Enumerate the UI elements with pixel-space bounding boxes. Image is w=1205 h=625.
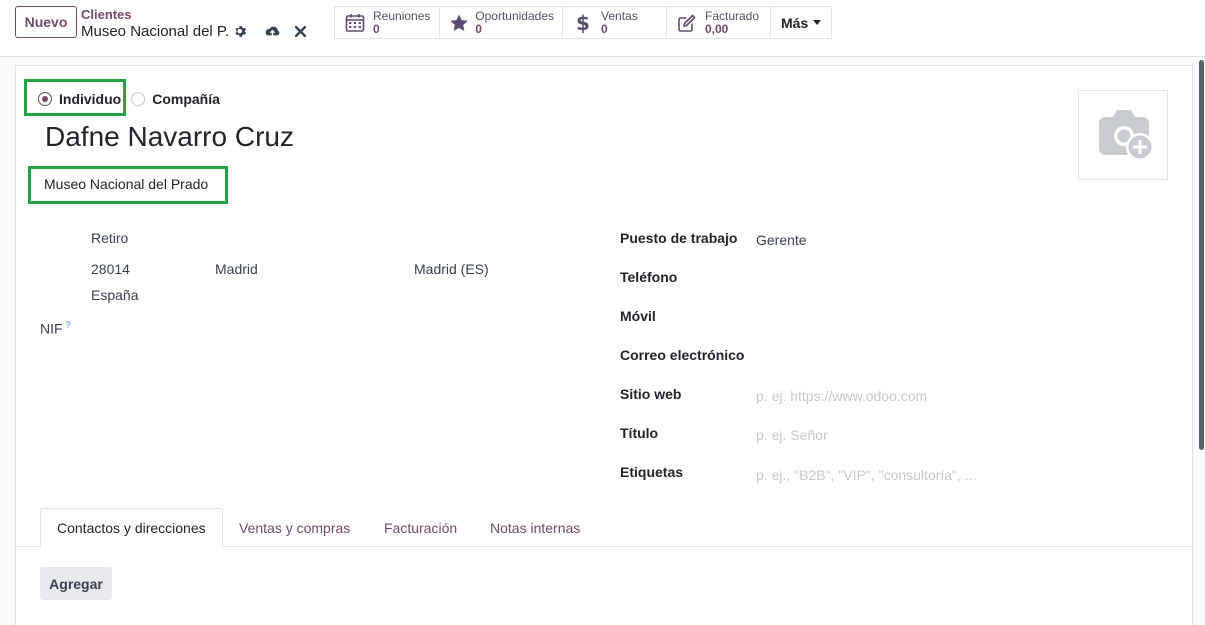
highlight-box-individual (24, 79, 126, 116)
email-field[interactable] (756, 347, 1176, 365)
control-panel: Nuevo Clientes Museo Nacional del P... R… (0, 0, 1205, 57)
email-label: Correo electrónico (620, 347, 745, 363)
radio-company-label[interactable]: Compañía (152, 91, 220, 107)
meetings-count: 0 (373, 21, 380, 36)
tab-internal-notes[interactable]: Notas internas (474, 508, 596, 547)
mobile-field[interactable] (756, 308, 1176, 326)
street-field[interactable]: Retiro (91, 230, 128, 246)
caret-down-icon (813, 20, 822, 25)
edit-invoice-icon (675, 11, 699, 35)
phone-field[interactable] (756, 269, 1176, 287)
avatar-upload[interactable] (1078, 90, 1168, 180)
title-label: Título (620, 425, 659, 441)
meetings-smart-button[interactable]: Reuniones 0 (335, 7, 440, 38)
help-tooltip-icon[interactable]: ? (66, 320, 71, 330)
website-field[interactable]: p. ej. https://www.odoo.com (756, 388, 927, 404)
sales-count: 0 (601, 21, 608, 36)
close-icon[interactable] (291, 22, 309, 40)
job-position-field[interactable]: Gerente (756, 232, 807, 248)
partner-name-field[interactable]: Dafne Navarro Cruz (45, 121, 294, 153)
dollar-icon: $ (571, 11, 595, 35)
calendar-icon (343, 11, 367, 35)
invoiced-amount: 0,00 (705, 21, 729, 36)
opportunities-label: Oportunidades (475, 8, 554, 23)
invoiced-label: Facturado (705, 8, 760, 23)
star-icon (448, 11, 469, 35)
tags-label: Etiquetas (620, 464, 684, 480)
sales-smart-button[interactable]: $ Ventas 0 (563, 7, 667, 38)
website-label: Sitio web (620, 386, 682, 402)
gear-icon[interactable] (231, 22, 249, 40)
sales-label: Ventas (601, 8, 638, 23)
add-button[interactable]: Agregar (40, 567, 112, 600)
country-field[interactable]: España (91, 287, 138, 303)
job-position-label: Puesto de trabajo (620, 230, 738, 246)
radio-company-dot[interactable] (131, 92, 146, 106)
nif-label: NIF? (40, 320, 71, 337)
title-field[interactable]: p. ej. Señor (756, 427, 828, 443)
state-field[interactable]: Madrid (ES) (414, 261, 489, 277)
breadcrumb-current: Museo Nacional del P... (81, 23, 229, 40)
more-label: Más (781, 14, 809, 31)
scrollbar[interactable] (1199, 60, 1204, 450)
smart-buttons-bar: Reuniones 0 Oportunidades 0 $ Ventas 0 F… (334, 6, 833, 39)
city-field[interactable]: Madrid (215, 261, 258, 277)
opportunities-smart-button[interactable]: Oportunidades 0 (440, 7, 563, 38)
mobile-label: Móvil (620, 308, 656, 324)
svg-text:$: $ (576, 12, 590, 34)
radio-company[interactable]: Compañía (127, 84, 226, 114)
tab-sales-purchases[interactable]: Ventas y compras (223, 508, 366, 547)
meetings-label: Reuniones (373, 8, 431, 23)
invoiced-smart-button[interactable]: Facturado 0,00 (667, 7, 771, 38)
phone-label: Teléfono (620, 269, 678, 285)
zip-field[interactable]: 28014 (91, 261, 130, 277)
camera-plus-icon (1099, 110, 1154, 161)
breadcrumb-parent-link[interactable]: Clientes (81, 7, 132, 22)
tab-contacts-addresses[interactable]: Contactos y direcciones (40, 508, 223, 547)
opportunities-count: 0 (475, 21, 482, 36)
highlight-box-company (28, 166, 228, 204)
tab-invoicing[interactable]: Facturación (368, 508, 473, 547)
more-dropdown-button[interactable]: Más (771, 7, 831, 38)
tags-field[interactable]: p. ej., "B2B", "VIP", "consultoría", ... (756, 467, 976, 483)
new-button[interactable]: Nuevo (15, 6, 77, 38)
cloud-upload-icon[interactable] (262, 22, 282, 40)
nif-label-text: NIF (40, 320, 63, 337)
